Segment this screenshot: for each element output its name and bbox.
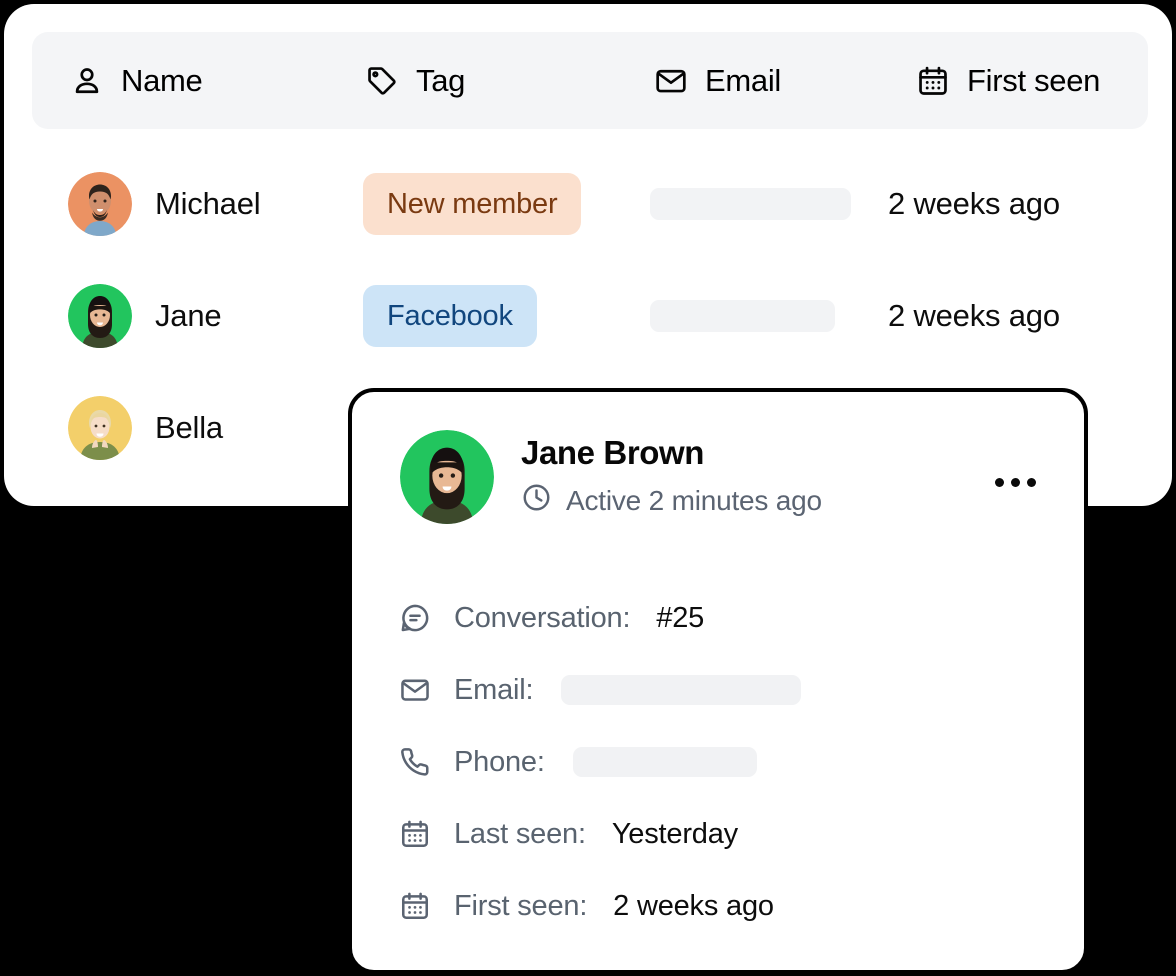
detail-label-first-seen: First seen: (454, 890, 587, 923)
avatar (68, 172, 132, 236)
kebab-dot (1011, 478, 1020, 487)
phone-icon (398, 746, 432, 778)
detail-value-conversation: #25 (656, 602, 704, 635)
row-name-cell: Michael (68, 168, 260, 240)
active-status: Active 2 minutes ago (521, 482, 822, 520)
email-placeholder-bar (650, 188, 851, 220)
email-placeholder-bar (561, 675, 801, 705)
detail-card-identity: Jane Brown Active 2 minutes ago (521, 434, 822, 520)
page-title: Jane Brown (521, 434, 822, 472)
kebab-dot (1027, 478, 1036, 487)
table-row[interactable]: Jane Facebook 2 weeks ago (4, 280, 1172, 352)
calendar-icon (398, 818, 432, 850)
more-horizontal-icon[interactable] (995, 478, 1036, 487)
clock-icon (521, 482, 552, 520)
mail-icon (398, 674, 432, 706)
status-badge[interactable]: Facebook (363, 285, 537, 347)
column-header-email[interactable]: Email (654, 32, 781, 129)
row-first-seen-label: 2 weeks ago (888, 186, 1060, 222)
detail-row-first-seen: First seen: 2 weeks ago (398, 870, 1038, 942)
contact-detail-card: Jane Brown Active 2 minutes ago (348, 388, 1088, 974)
avatar (68, 284, 132, 348)
row-tag-cell: New member (363, 168, 581, 240)
detail-label-email: Email: (454, 674, 533, 707)
detail-label-phone: Phone: (454, 746, 545, 779)
row-name-cell: Bella (68, 392, 223, 464)
mail-icon (654, 64, 688, 98)
active-status-label: Active 2 minutes ago (566, 485, 822, 517)
column-header-tag-label: Tag (416, 63, 465, 99)
column-header-name-label: Name (121, 63, 203, 99)
detail-label-conversation: Conversation: (454, 602, 630, 635)
detail-row-email: Email: (398, 654, 1038, 726)
user-icon (70, 64, 104, 98)
row-name-label: Michael (155, 186, 260, 222)
column-header-tag[interactable]: Tag (365, 32, 465, 129)
row-name-label: Jane (155, 298, 221, 334)
column-header-first-seen-label: First seen (967, 63, 1100, 99)
screen-root: Name Tag Email (0, 0, 1176, 976)
detail-card-header: Jane Brown Active 2 minutes ago (400, 430, 822, 524)
row-tag-cell: Facebook (363, 280, 537, 352)
detail-value-last-seen: Yesterday (612, 818, 738, 851)
detail-field-list: Conversation: #25 Email: (398, 582, 1038, 942)
row-first-seen-label: 2 weeks ago (888, 298, 1060, 334)
detail-value-first-seen: 2 weeks ago (613, 890, 774, 923)
row-name-cell: Jane (68, 280, 221, 352)
column-header-first-seen[interactable]: First seen (916, 32, 1100, 129)
column-header-email-label: Email (705, 63, 781, 99)
status-badge[interactable]: New member (363, 173, 581, 235)
calendar-icon (916, 64, 950, 98)
detail-row-phone: Phone: (398, 726, 1038, 798)
table-header-bar: Name Tag Email (32, 32, 1148, 129)
row-first-seen-cell: 2 weeks ago (888, 168, 1060, 240)
email-placeholder-bar (650, 300, 835, 332)
column-header-name[interactable]: Name (70, 32, 203, 129)
detail-row-conversation: Conversation: #25 (398, 582, 1038, 654)
phone-placeholder-bar (573, 747, 757, 777)
table-row[interactable]: Michael New member 2 weeks ago (4, 168, 1172, 240)
row-first-seen-cell: 2 weeks ago (888, 280, 1060, 352)
avatar (68, 396, 132, 460)
row-email-cell (650, 280, 835, 352)
row-name-label: Bella (155, 410, 223, 446)
detail-label-last-seen: Last seen: (454, 818, 586, 851)
calendar-icon (398, 890, 432, 922)
detail-row-last-seen: Last seen: Yesterday (398, 798, 1038, 870)
row-email-cell (650, 168, 851, 240)
kebab-dot (995, 478, 1004, 487)
avatar (400, 430, 494, 524)
tag-icon (365, 64, 399, 98)
chat-bubble-icon (398, 602, 432, 634)
